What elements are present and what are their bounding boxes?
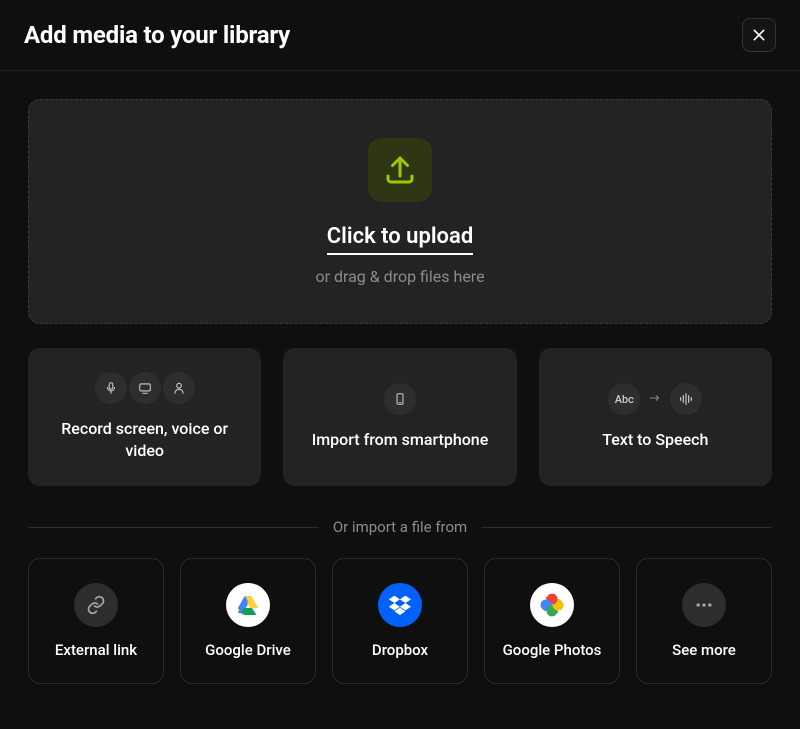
waveform-icon (670, 383, 702, 415)
modal-body: Click to upload or drag & drop files her… (0, 71, 800, 729)
more-icon (682, 583, 726, 627)
screen-icon (129, 372, 161, 404)
upload-dropzone[interactable]: Click to upload or drag & drop files her… (28, 99, 772, 324)
source-row: External link Google Drive Dropbox Googl… (28, 558, 772, 684)
dropbox-card[interactable]: Dropbox (332, 558, 468, 684)
close-button[interactable] (742, 18, 776, 52)
tts-card[interactable]: Abc Text to Speech (539, 348, 772, 486)
external-link-card[interactable]: External link (28, 558, 164, 684)
see-more-card[interactable]: See more (636, 558, 772, 684)
abc-icon: Abc (608, 383, 640, 415)
google-drive-label: Google Drive (205, 641, 291, 659)
upload-icon-box (368, 138, 432, 202)
record-icon-cluster (95, 372, 195, 404)
external-link-label: External link (55, 641, 137, 659)
link-icon (74, 583, 118, 627)
tts-icon-cluster: Abc (608, 383, 702, 415)
person-icon (163, 372, 195, 404)
tts-label: Text to Speech (602, 429, 708, 451)
record-card[interactable]: Record screen, voice or video (28, 348, 261, 486)
smartphone-card[interactable]: Import from smartphone (283, 348, 516, 486)
click-to-upload-label: Click to upload (327, 224, 473, 255)
divider-line-right (481, 527, 772, 528)
dropbox-label: Dropbox (372, 641, 428, 659)
add-media-modal: Add media to your library Click to uploa… (0, 0, 800, 729)
drag-drop-hint: or drag & drop files here (315, 267, 484, 286)
microphone-icon (95, 372, 127, 404)
record-label: Record screen, voice or video (40, 418, 249, 461)
google-photos-icon (530, 583, 574, 627)
smartphone-icon (384, 383, 416, 415)
smartphone-icon-cluster (384, 383, 416, 415)
google-drive-icon (226, 583, 270, 627)
close-icon (751, 27, 767, 43)
import-divider: Or import a file from (28, 518, 772, 536)
google-photos-card[interactable]: Google Photos (484, 558, 620, 684)
arrow-right-icon (646, 390, 664, 409)
see-more-label: See more (672, 641, 736, 659)
google-photos-label: Google Photos (503, 641, 602, 659)
modal-header: Add media to your library (0, 0, 800, 71)
dropbox-icon (378, 583, 422, 627)
smartphone-label: Import from smartphone (312, 429, 489, 451)
google-drive-card[interactable]: Google Drive (180, 558, 316, 684)
divider-label: Or import a file from (333, 518, 467, 536)
upload-icon (382, 152, 418, 188)
modal-title: Add media to your library (24, 21, 290, 49)
action-card-row: Record screen, voice or video Import fro… (28, 348, 772, 486)
divider-line-left (28, 527, 319, 528)
